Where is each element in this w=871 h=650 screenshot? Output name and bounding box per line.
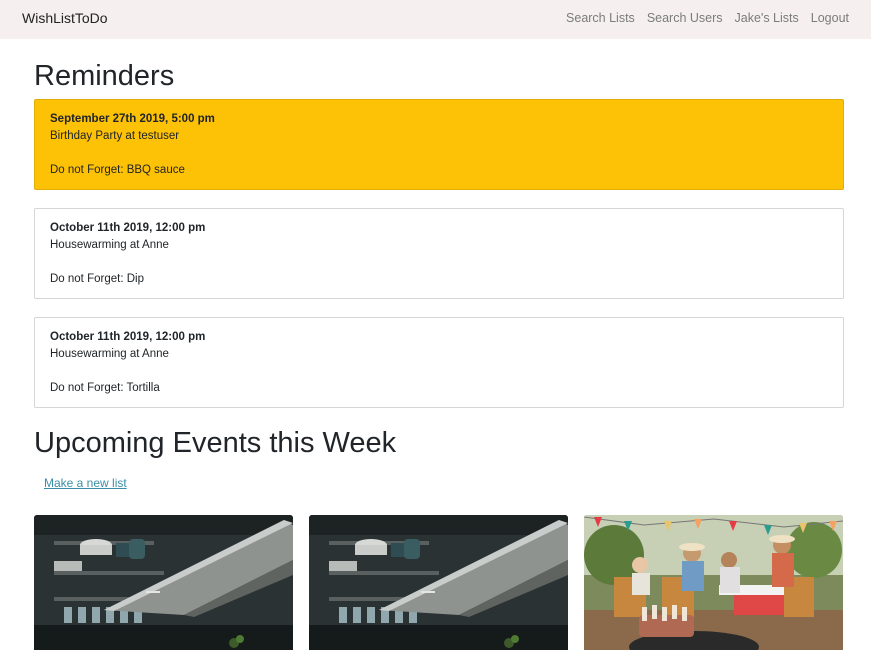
- nav-search-users[interactable]: Search Users: [647, 11, 723, 25]
- reminder-card: October 11th 2019, 12:00 pm Housewarming…: [34, 208, 844, 299]
- reminders-heading: Reminders: [34, 60, 175, 92]
- reminder-event: Housewarming at Anne: [50, 348, 169, 360]
- navbar: WishListToDo Search Lists Search Users J…: [0, 0, 871, 39]
- reminder-card: October 11th 2019, 12:00 pm Housewarming…: [34, 317, 844, 408]
- outdoor-bbq-party-photo: [584, 515, 843, 650]
- reminder-date: October 11th 2019, 12:00 pm: [50, 222, 206, 234]
- reminder-event: Birthday Party at testuser: [50, 130, 180, 142]
- nav-search-lists[interactable]: Search Lists: [566, 11, 635, 25]
- kitchen-range-hood-photo: [34, 515, 293, 650]
- event-card-image[interactable]: [309, 515, 568, 650]
- nav-logout[interactable]: Logout: [811, 11, 849, 25]
- event-card-image[interactable]: [584, 515, 843, 650]
- nav-my-lists[interactable]: Jake's Lists: [735, 11, 799, 25]
- reminder-forget: Do not Forget: Dip: [50, 273, 144, 285]
- reminder-event: Housewarming at Anne: [50, 239, 169, 251]
- reminder-date: September 27th 2019, 5:00 pm: [50, 113, 215, 125]
- reminder-date: October 11th 2019, 12:00 pm: [50, 331, 206, 343]
- brand-link[interactable]: WishListToDo: [22, 10, 108, 26]
- reminder-card: September 27th 2019, 5:00 pm Birthday Pa…: [34, 99, 844, 190]
- event-card-image[interactable]: [34, 515, 293, 650]
- reminder-forget: Do not Forget: BBQ sauce: [50, 164, 185, 176]
- kitchen-range-hood-photo: [309, 515, 568, 650]
- make-new-list-link[interactable]: Make a new list: [44, 476, 127, 490]
- reminder-forget: Do not Forget: Tortilla: [50, 382, 160, 394]
- nav-links: Search Lists Search Users Jake's Lists L…: [566, 11, 849, 25]
- upcoming-events-heading: Upcoming Events this Week: [34, 427, 397, 459]
